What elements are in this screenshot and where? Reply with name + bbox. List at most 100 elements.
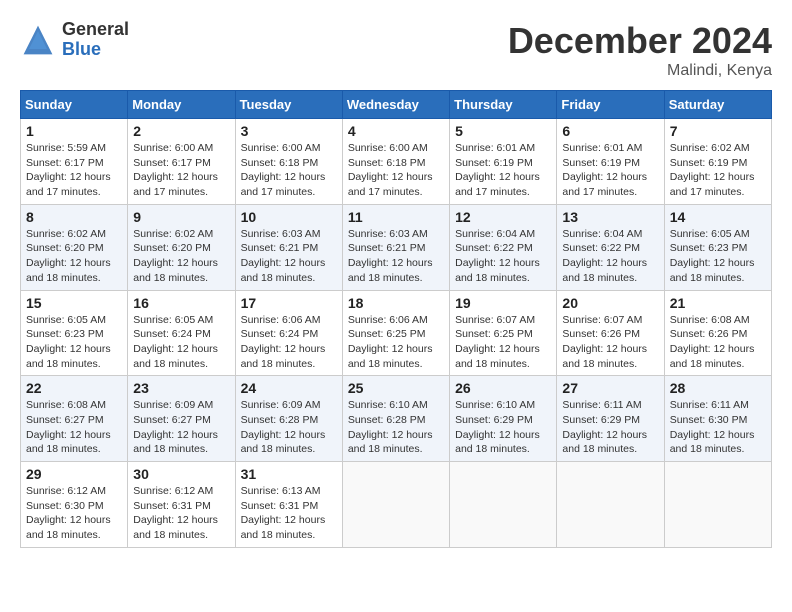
day-number: 2 [133, 123, 229, 139]
calendar-header-friday: Friday [557, 91, 664, 119]
day-number: 10 [241, 209, 337, 225]
day-number: 7 [670, 123, 766, 139]
logo-text: General Blue [62, 20, 129, 60]
calendar-cell: 4 Sunrise: 6:00 AMSunset: 6:18 PMDaylight… [342, 119, 449, 205]
day-number: 27 [562, 380, 658, 396]
day-info: Sunrise: 6:07 AMSunset: 6:26 PMDaylight:… [562, 313, 658, 372]
day-info: Sunrise: 6:12 AMSunset: 6:31 PMDaylight:… [133, 484, 229, 543]
day-info: Sunrise: 6:07 AMSunset: 6:25 PMDaylight:… [455, 313, 551, 372]
day-number: 30 [133, 466, 229, 482]
calendar-cell: 6 Sunrise: 6:01 AMSunset: 6:19 PMDaylight… [557, 119, 664, 205]
day-info: Sunrise: 6:04 AMSunset: 6:22 PMDaylight:… [455, 227, 551, 286]
calendar-cell: 3Sunrise: 6:00 AMSunset: 6:18 PMDaylight… [235, 119, 342, 205]
day-number: 19 [455, 295, 551, 311]
logo-general: General [62, 20, 129, 40]
calendar-cell: 9 Sunrise: 6:02 AMSunset: 6:20 PMDaylight… [128, 204, 235, 290]
day-info: Sunrise: 6:06 AMSunset: 6:25 PMDaylight:… [348, 313, 444, 372]
day-info: Sunrise: 6:00 AMSunset: 6:18 PMDaylight:… [241, 141, 337, 200]
calendar-cell: 21 Sunrise: 6:08 AMSunset: 6:26 PMDayligh… [664, 290, 771, 376]
day-number: 23 [133, 380, 229, 396]
calendar-cell: 23 Sunrise: 6:09 AMSunset: 6:27 PMDayligh… [128, 376, 235, 462]
calendar-week-row: 29Sunrise: 6:12 AMSunset: 6:30 PMDayligh… [21, 462, 772, 548]
day-number: 5 [455, 123, 551, 139]
day-info: Sunrise: 6:01 AMSunset: 6:19 PMDaylight:… [455, 141, 551, 200]
calendar-header-wednesday: Wednesday [342, 91, 449, 119]
day-info: Sunrise: 6:02 AMSunset: 6:19 PMDaylight:… [670, 141, 766, 200]
logo-blue: Blue [62, 40, 129, 60]
calendar-cell: 1 Sunrise: 5:59 AMSunset: 6:17 PMDaylight… [21, 119, 128, 205]
day-info: Sunrise: 6:09 AMSunset: 6:28 PMDaylight:… [241, 398, 337, 457]
day-info: Sunrise: 6:01 AMSunset: 6:19 PMDaylight:… [562, 141, 658, 200]
day-info: Sunrise: 6:11 AMSunset: 6:30 PMDaylight:… [670, 398, 766, 457]
day-info: Sunrise: 6:13 AMSunset: 6:31 PMDaylight:… [241, 484, 337, 543]
calendar-cell: 8 Sunrise: 6:02 AMSunset: 6:20 PMDaylight… [21, 204, 128, 290]
calendar-cell: 13Sunrise: 6:04 AMSunset: 6:22 PMDayligh… [557, 204, 664, 290]
calendar-header-monday: Monday [128, 91, 235, 119]
day-info: Sunrise: 6:08 AMSunset: 6:26 PMDaylight:… [670, 313, 766, 372]
calendar-cell: 16 Sunrise: 6:05 AMSunset: 6:24 PMDayligh… [128, 290, 235, 376]
calendar-week-row: 1 Sunrise: 5:59 AMSunset: 6:17 PMDaylight… [21, 119, 772, 205]
calendar-cell: 29Sunrise: 6:12 AMSunset: 6:30 PMDayligh… [21, 462, 128, 548]
calendar-cell: 25 Sunrise: 6:10 AMSunset: 6:28 PMDayligh… [342, 376, 449, 462]
day-number: 25 [348, 380, 444, 396]
day-number: 16 [133, 295, 229, 311]
calendar-week-row: 8 Sunrise: 6:02 AMSunset: 6:20 PMDaylight… [21, 204, 772, 290]
calendar-cell: 31 Sunrise: 6:13 AMSunset: 6:31 PMDayligh… [235, 462, 342, 548]
location: Malindi, Kenya [508, 62, 772, 80]
day-info: Sunrise: 6:02 AMSunset: 6:20 PMDaylight:… [26, 227, 122, 286]
calendar-cell: 24 Sunrise: 6:09 AMSunset: 6:28 PMDayligh… [235, 376, 342, 462]
day-number: 9 [133, 209, 229, 225]
logo-icon [20, 22, 56, 58]
day-number: 13 [562, 209, 658, 225]
day-info: Sunrise: 6:08 AMSunset: 6:27 PMDaylight:… [26, 398, 122, 457]
day-info: Sunrise: 6:10 AMSunset: 6:28 PMDaylight:… [348, 398, 444, 457]
title-block: December 2024 Malindi, Kenya [508, 20, 772, 80]
calendar-cell: 2 Sunrise: 6:00 AMSunset: 6:17 PMDaylight… [128, 119, 235, 205]
calendar-header-thursday: Thursday [450, 91, 557, 119]
calendar-cell: 22Sunrise: 6:08 AMSunset: 6:27 PMDayligh… [21, 376, 128, 462]
calendar-cell: 14 Sunrise: 6:05 AMSunset: 6:23 PMDayligh… [664, 204, 771, 290]
calendar-table: SundayMondayTuesdayWednesdayThursdayFrid… [20, 90, 772, 548]
calendar-week-row: 22Sunrise: 6:08 AMSunset: 6:27 PMDayligh… [21, 376, 772, 462]
day-info: Sunrise: 5:59 AMSunset: 6:17 PMDaylight:… [26, 141, 122, 200]
day-number: 31 [241, 466, 337, 482]
day-info: Sunrise: 6:11 AMSunset: 6:29 PMDaylight:… [562, 398, 658, 457]
day-number: 20 [562, 295, 658, 311]
day-info: Sunrise: 6:06 AMSunset: 6:24 PMDaylight:… [241, 313, 337, 372]
calendar-header-row: SundayMondayTuesdayWednesdayThursdayFrid… [21, 91, 772, 119]
day-number: 1 [26, 123, 122, 139]
day-info: Sunrise: 6:12 AMSunset: 6:30 PMDaylight:… [26, 484, 122, 543]
calendar-cell: 5 Sunrise: 6:01 AMSunset: 6:19 PMDaylight… [450, 119, 557, 205]
calendar-cell: 12 Sunrise: 6:04 AMSunset: 6:22 PMDayligh… [450, 204, 557, 290]
day-number: 4 [348, 123, 444, 139]
day-info: Sunrise: 6:05 AMSunset: 6:24 PMDaylight:… [133, 313, 229, 372]
day-number: 17 [241, 295, 337, 311]
day-number: 21 [670, 295, 766, 311]
calendar-cell [342, 462, 449, 548]
calendar-cell: 15 Sunrise: 6:05 AMSunset: 6:23 PMDayligh… [21, 290, 128, 376]
calendar-header-saturday: Saturday [664, 91, 771, 119]
day-number: 6 [562, 123, 658, 139]
calendar-cell: 11Sunrise: 6:03 AMSunset: 6:21 PMDayligh… [342, 204, 449, 290]
day-info: Sunrise: 6:09 AMSunset: 6:27 PMDaylight:… [133, 398, 229, 457]
calendar-header-tuesday: Tuesday [235, 91, 342, 119]
calendar-cell: 19 Sunrise: 6:07 AMSunset: 6:25 PMDayligh… [450, 290, 557, 376]
day-info: Sunrise: 6:02 AMSunset: 6:20 PMDaylight:… [133, 227, 229, 286]
calendar-cell: 20 Sunrise: 6:07 AMSunset: 6:26 PMDayligh… [557, 290, 664, 376]
calendar-cell: 30 Sunrise: 6:12 AMSunset: 6:31 PMDayligh… [128, 462, 235, 548]
day-info: Sunrise: 6:10 AMSunset: 6:29 PMDaylight:… [455, 398, 551, 457]
day-info: Sunrise: 6:00 AMSunset: 6:17 PMDaylight:… [133, 141, 229, 200]
day-number: 15 [26, 295, 122, 311]
calendar-cell [557, 462, 664, 548]
day-number: 8 [26, 209, 122, 225]
day-number: 24 [241, 380, 337, 396]
day-info: Sunrise: 6:00 AMSunset: 6:18 PMDaylight:… [348, 141, 444, 200]
day-info: Sunrise: 6:03 AMSunset: 6:21 PMDaylight:… [348, 227, 444, 286]
day-number: 12 [455, 209, 551, 225]
day-number: 14 [670, 209, 766, 225]
day-info: Sunrise: 6:03 AMSunset: 6:21 PMDaylight:… [241, 227, 337, 286]
day-info: Sunrise: 6:05 AMSunset: 6:23 PMDaylight:… [670, 227, 766, 286]
day-info: Sunrise: 6:05 AMSunset: 6:23 PMDaylight:… [26, 313, 122, 372]
month-title: December 2024 [508, 20, 772, 62]
day-number: 18 [348, 295, 444, 311]
